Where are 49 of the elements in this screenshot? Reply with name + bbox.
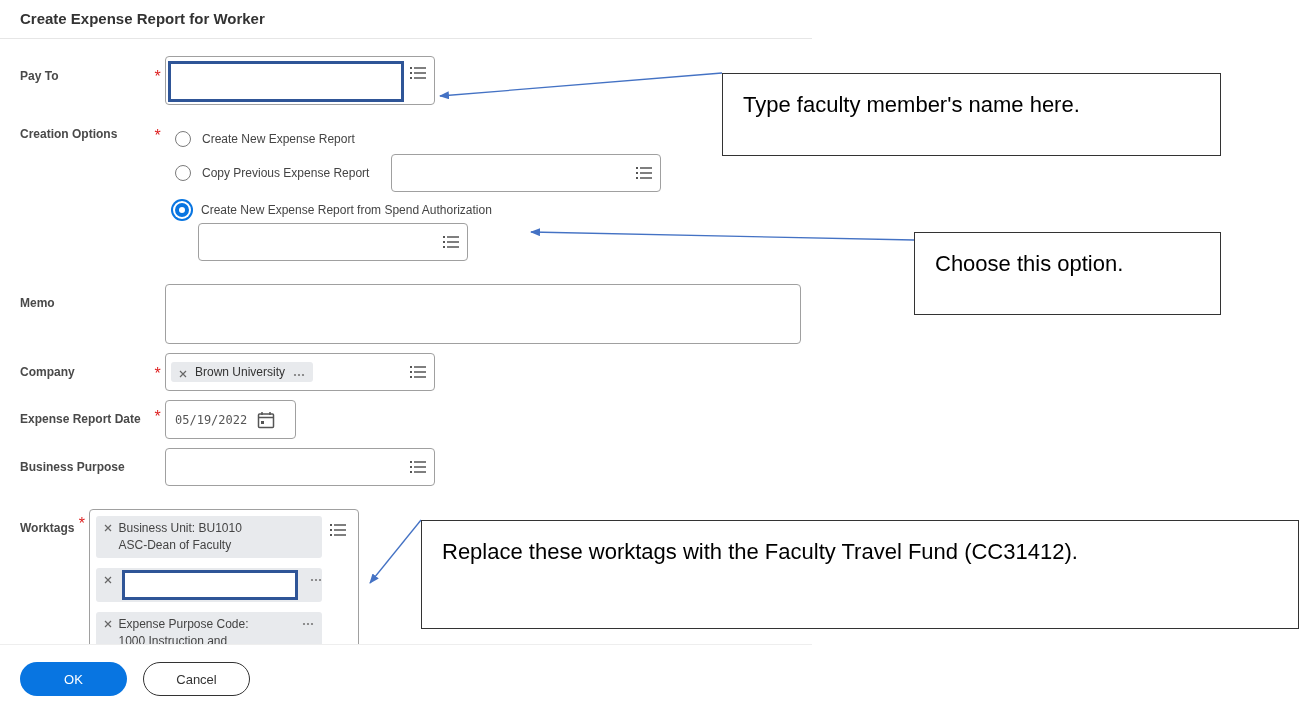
field-label: Business Purpose xyxy=(20,459,126,474)
more-icon[interactable] xyxy=(293,373,306,377)
list-icon[interactable] xyxy=(410,67,426,79)
cancel-button[interactable]: Cancel xyxy=(143,662,250,696)
list-icon[interactable] xyxy=(330,524,347,536)
prompt-field[interactable]: Brown University xyxy=(165,353,435,391)
radio-label: Create New Expense Report from Spend Authorization xyxy=(201,203,492,217)
field-label: Memo xyxy=(20,295,56,310)
list-icon[interactable] xyxy=(410,461,426,473)
prompt-field[interactable] xyxy=(165,448,435,486)
calendar-icon[interactable] xyxy=(257,410,276,429)
required-mark: * xyxy=(153,127,162,145)
more-icon[interactable] xyxy=(302,622,315,626)
arrow xyxy=(369,519,422,584)
list-icon[interactable] xyxy=(443,236,459,248)
ok-button[interactable]: OK xyxy=(20,662,127,696)
required-mark: * xyxy=(153,67,162,86)
radio-label: Create New Expense Report xyxy=(202,132,355,146)
field-label: Expense Report Date xyxy=(20,411,142,426)
radio-button[interactable] xyxy=(175,165,191,181)
field-label: Company xyxy=(20,364,76,379)
list-icon[interactable] xyxy=(410,366,426,378)
page-title: Create Expense Report for Worker xyxy=(0,0,812,39)
worktag-chip[interactable]: Business Unit: BU1010 ASC-Dean of Faculty xyxy=(96,516,323,558)
prompt-field[interactable] xyxy=(165,56,435,105)
date-field[interactable]: 05/19/2022 xyxy=(165,400,296,439)
remove-icon[interactable] xyxy=(104,576,113,584)
selected-chip[interactable]: Brown University xyxy=(171,362,314,382)
field-label: Worktags xyxy=(20,520,75,535)
remove-icon[interactable] xyxy=(104,524,113,532)
worktag-chip[interactable] xyxy=(96,568,323,602)
field-label: Creation Options xyxy=(20,127,119,141)
memo-field[interactable] xyxy=(165,284,801,344)
radio-label: Copy Previous Expense Report xyxy=(202,166,370,180)
remove-icon[interactable] xyxy=(179,370,187,378)
required-mark: * xyxy=(77,514,87,533)
callout-note: Type faculty member's name here. xyxy=(722,73,1221,156)
required-mark: * xyxy=(153,364,162,383)
required-mark: * xyxy=(153,407,162,426)
radio-button[interactable] xyxy=(175,131,191,147)
more-icon[interactable] xyxy=(310,578,323,582)
remove-icon[interactable] xyxy=(104,620,113,628)
radio-button[interactable] xyxy=(175,203,189,217)
prompt-field[interactable] xyxy=(198,223,468,261)
field-label: Pay To xyxy=(20,68,60,83)
callout-note: Replace these worktags with the Faculty Travel Fund (CC31412). xyxy=(421,520,1299,629)
prompt-field[interactable] xyxy=(391,154,662,192)
callout-note: Choose this option. xyxy=(914,232,1221,315)
list-icon[interactable] xyxy=(636,167,653,179)
